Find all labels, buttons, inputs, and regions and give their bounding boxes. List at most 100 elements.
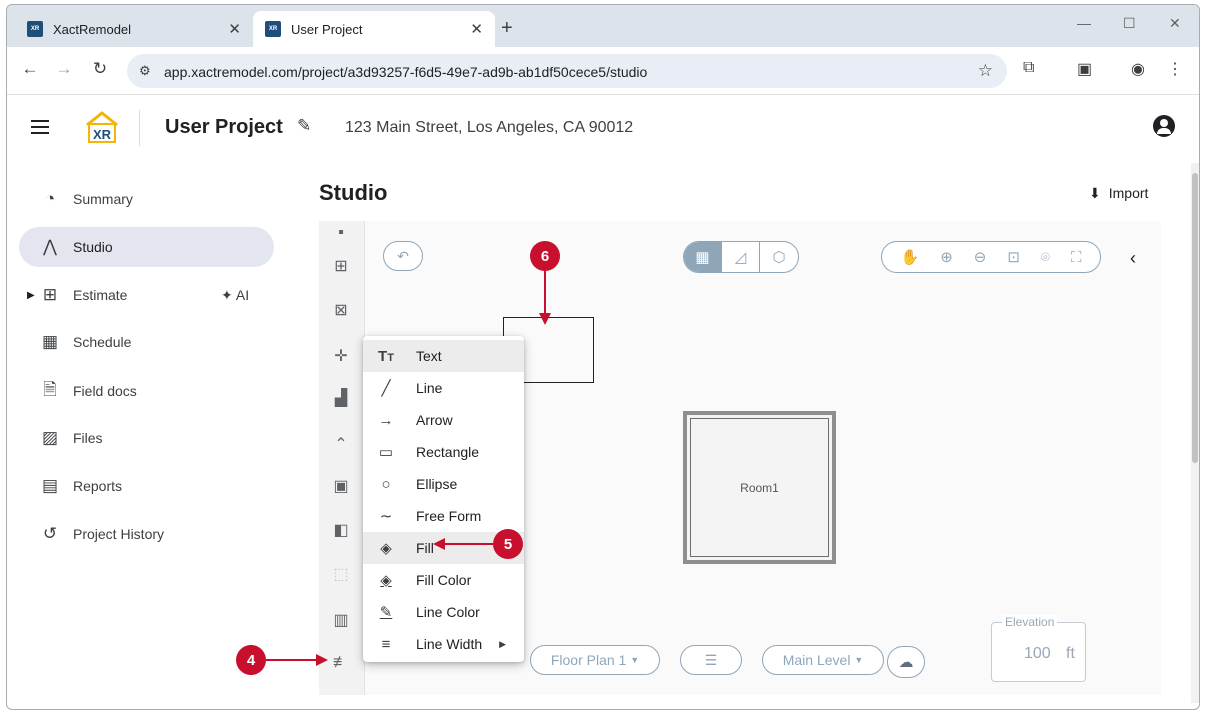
sidebar-item-field-docs[interactable]: 🗎 Field docs [19, 371, 274, 411]
menu-item-fill-color[interactable]: ◈ Fill Color [363, 564, 524, 596]
sidebar-item-label: Files [73, 430, 103, 446]
hamburger-menu-icon[interactable] [31, 120, 49, 134]
sliders-icon: ☰ [704, 651, 718, 668]
gauge-icon: ◔ [44, 189, 56, 208]
elevation-label: Elevation [1002, 615, 1058, 629]
zoom-out-icon[interactable]: ⊖ [974, 248, 987, 266]
level-select[interactable]: Main Level ▼ [762, 645, 884, 675]
zoom-selection-icon[interactable]: ⌾ [1041, 249, 1050, 266]
sidebar-item-estimate[interactable]: ▶ ⊞ Estimate ✦ AI [19, 275, 274, 315]
sidebar-item-files[interactable]: ▨ Files [19, 418, 274, 458]
sidebar-item-summary[interactable]: ◔ Summary [19, 179, 274, 219]
settings-sliders-button[interactable]: ☰ [680, 645, 742, 675]
line-width-icon: ≡ [381, 635, 391, 653]
close-icon[interactable]: ✕ [470, 20, 483, 38]
bookmark-star-icon[interactable]: ☆ [978, 61, 993, 81]
3d-view-icon[interactable]: ⬡ [760, 242, 798, 272]
tool-roof-icon[interactable]: ⌃ [329, 433, 353, 457]
page-scrollbar[interactable] [1191, 163, 1199, 703]
zoom-fit-icon[interactable]: ⊡ [1007, 248, 1020, 266]
sidebar-item-label: Summary [73, 191, 133, 207]
project-address: 123 Main Street, Los Angeles, CA 90012 [345, 119, 634, 136]
sidebar-item-project-history[interactable]: ↺ Project History [19, 514, 274, 554]
tool-stairs-icon[interactable]: ▟ [329, 387, 353, 411]
project-title: User Project [165, 116, 283, 138]
divider [139, 110, 140, 146]
extensions-icon[interactable]: ⧉ [1023, 59, 1034, 77]
import-button[interactable]: ⬇ Import [1089, 185, 1148, 202]
close-icon[interactable]: ✕ [228, 20, 241, 38]
tool-shapes-icon[interactable]: ◧ [329, 519, 353, 543]
menu-item-label: Arrow [416, 412, 453, 428]
tool-window-icon[interactable]: ▪ [329, 221, 353, 245]
expand-caret-icon[interactable]: ▶ [27, 290, 35, 301]
elevation-unit: ft [1066, 645, 1075, 662]
rectangle-icon: ▭ [378, 444, 394, 461]
back-icon[interactable]: ← [19, 59, 41, 79]
tool-door-icon[interactable]: ⊞ [329, 255, 353, 279]
menu-item-free-form[interactable]: ∼ Free Form [363, 500, 524, 532]
svg-text:XR: XR [93, 127, 112, 142]
url-text[interactable]: app.xactremodel.com/project/a3d93257-f6d… [164, 64, 647, 80]
menu-item-label: Fill Color [416, 572, 472, 588]
text-icon: TT [378, 347, 394, 365]
callout-6: 6 [530, 241, 560, 271]
more-menu-icon[interactable]: ⋮ [1167, 59, 1183, 79]
sidebar-item-schedule[interactable]: ▦ Schedule [19, 322, 274, 362]
menu-item-arrow[interactable]: → Arrow [363, 404, 524, 436]
ai-label: AI [235, 286, 250, 303]
profile-icon[interactable]: ◉ [1131, 59, 1145, 79]
window-close-icon[interactable]: ✕ [1169, 15, 1181, 32]
elevation-field[interactable]: Elevation 100 ft [991, 615, 1086, 682]
scrollbar-thumb[interactable] [1192, 173, 1198, 463]
elevation-view-icon[interactable]: ◿ [722, 242, 760, 272]
reload-icon[interactable]: ↻ [89, 59, 111, 79]
maximize-icon[interactable]: ☐ [1123, 15, 1136, 32]
undo-button[interactable]: ↶ [383, 241, 423, 271]
tab-label: XactRemodel [53, 21, 132, 37]
xactremodel-logo: XR [86, 111, 118, 143]
sidebar-item-label: Studio [73, 239, 113, 255]
tool-calculator-icon[interactable]: ▥ [329, 609, 353, 633]
zoom-in-icon[interactable]: ⊕ [940, 248, 953, 266]
tab-user-project[interactable]: XR User Project ✕ [253, 11, 495, 47]
floorplan-view-icon[interactable]: ▦ [684, 242, 722, 272]
elevation-value[interactable]: 100 [1024, 645, 1051, 663]
minimize-icon[interactable]: — [1077, 15, 1091, 31]
floor-plan-select[interactable]: Floor Plan 1 ▼ [530, 645, 660, 675]
room-shape[interactable]: Room1 [683, 411, 836, 564]
menu-item-label: Ellipse [416, 476, 458, 492]
site-info-icon[interactable]: ⚙ [139, 63, 151, 79]
tool-wall-icon[interactable]: ▣ [329, 475, 353, 499]
edit-pencil-icon[interactable]: ✎ [297, 116, 311, 136]
account-icon[interactable] [1153, 115, 1175, 137]
tool-select-icon[interactable]: ⬚ [329, 563, 353, 587]
fullscreen-icon[interactable]: ⛶ [1071, 249, 1082, 266]
line-color-icon: ✎ [379, 604, 393, 621]
menu-item-rectangle[interactable]: ▭ Rectangle [363, 436, 524, 468]
sidebar-item-reports[interactable]: ▤ Reports [19, 466, 274, 506]
tab-xactremodel[interactable]: XR XactRemodel ✕ [15, 11, 253, 47]
menu-item-line-color[interactable]: ✎ Line Color [363, 596, 524, 628]
tool-annotate-icon[interactable]: ≢ [329, 651, 353, 675]
tool-opening-icon[interactable]: ⊠ [329, 299, 353, 323]
ai-badge[interactable]: ✦ AI [221, 287, 249, 304]
sidebar-item-studio[interactable]: ⋀ Studio [19, 227, 274, 267]
menu-item-line[interactable]: ╱ Line [363, 372, 524, 404]
tab-search-icon[interactable]: ▣ [1077, 59, 1092, 79]
cloud-upload-icon[interactable]: ☁ [887, 646, 925, 678]
line-icon: ╱ [381, 380, 391, 397]
menu-item-ellipse[interactable]: ○ Ellipse [363, 468, 524, 500]
calculator-icon: ⊞ [42, 285, 58, 304]
address-bar[interactable]: ⚙ app.xactremodel.com/project/a3d93257-f… [127, 54, 1007, 88]
fill-color-icon: ◈ [380, 572, 392, 589]
menu-item-text[interactable]: TT Text [363, 340, 524, 372]
tool-crosshair-icon[interactable]: ✛ [329, 345, 353, 369]
collapse-panel-icon[interactable]: ‹ [1130, 248, 1136, 269]
pan-hand-icon[interactable]: ✋ [901, 248, 920, 266]
menu-item-line-width[interactable]: ≡ Line Width ▶ [363, 628, 524, 660]
submenu-arrow-icon: ▶ [499, 638, 506, 649]
view-mode-group: ▦ ◿ ⬡ [683, 241, 799, 273]
forward-icon[interactable]: → [53, 59, 75, 79]
new-tab-icon[interactable]: + [501, 17, 513, 40]
